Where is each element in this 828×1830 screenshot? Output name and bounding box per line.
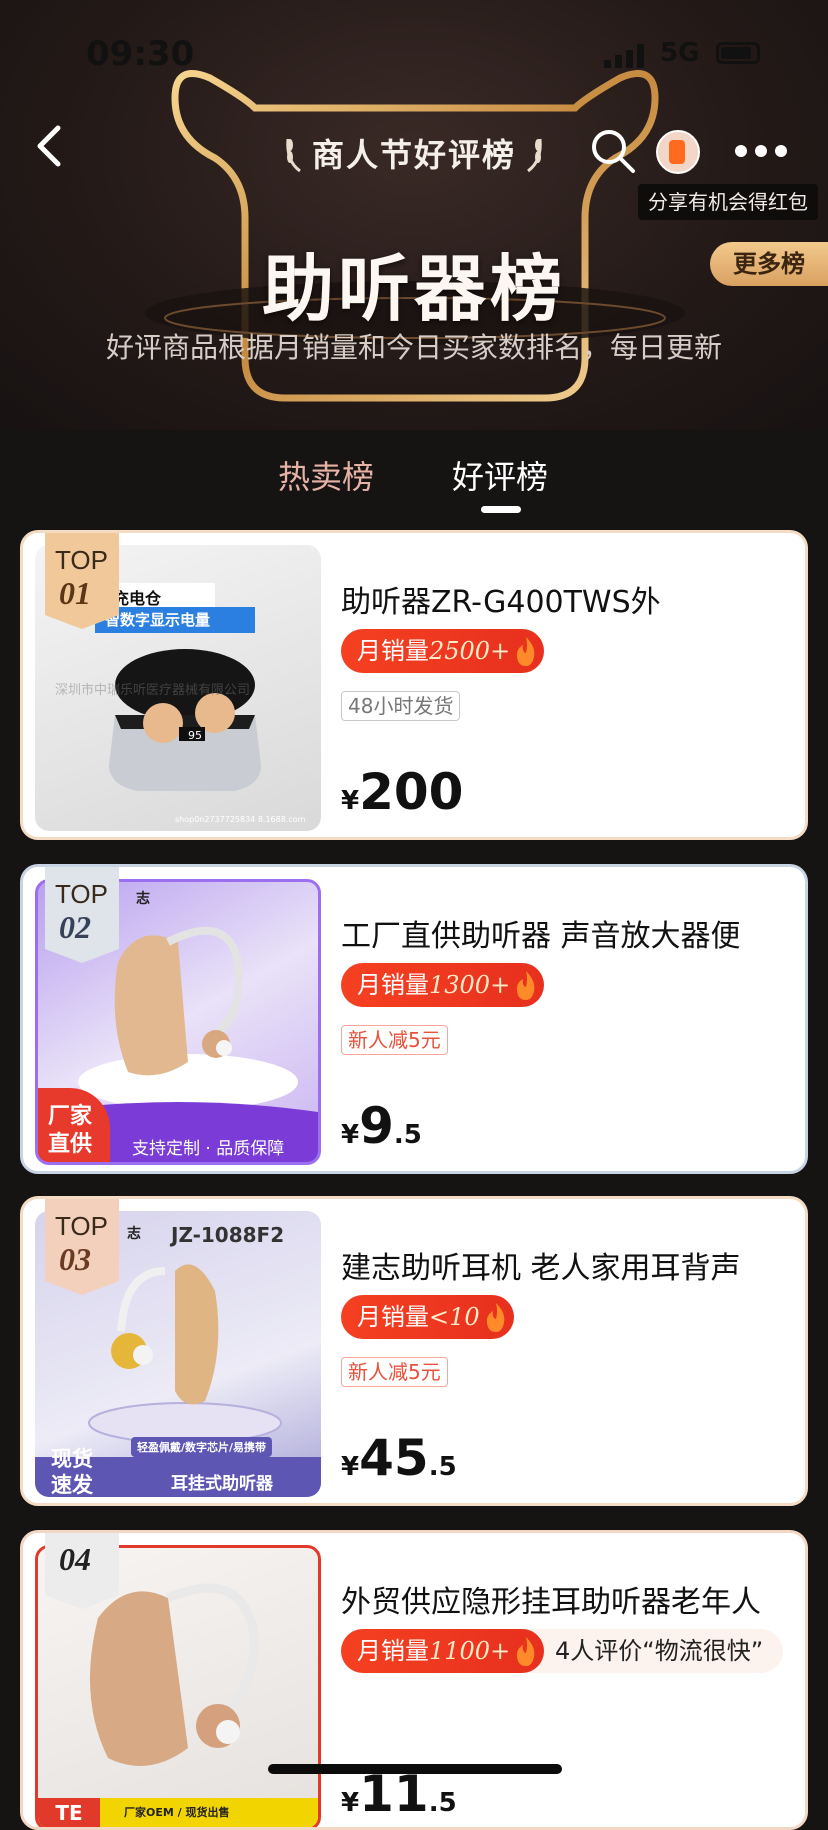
- product-name[interactable]: 建志助听耳机 老人家用耳背声: [341, 1243, 741, 1287]
- thumb-footer: shop0n2737725834 8.1688.com: [175, 815, 306, 824]
- price-decimal: .5: [393, 1120, 422, 1150]
- rank-header: 09:30 5G 商人节好评榜 分享有机会得红包 更多榜 助听器榜 好评商品根据…: [0, 0, 828, 430]
- red-packet-avatar[interactable]: [656, 130, 700, 174]
- share-tip: 分享有机会得红包: [638, 184, 818, 220]
- category-title: 助听器榜: [261, 247, 566, 331]
- rank-badge: TOP 01: [45, 533, 119, 629]
- thumb-sub: 智数字显示电量: [105, 611, 211, 629]
- price-integer: 45: [359, 1429, 429, 1487]
- monthly-sales-badge: 月销量1300+: [341, 963, 545, 1007]
- thumb-model: JZ-1088F2: [171, 1223, 285, 1247]
- rank-number: 01: [59, 575, 91, 611]
- product-price: ¥45.5: [341, 1429, 457, 1487]
- rank-badge: TOP 03: [45, 1199, 119, 1295]
- sales-value: 1100+: [429, 1637, 511, 1665]
- sales-value: 1300+: [429, 971, 511, 999]
- page-title-group: 商人节好评榜: [276, 128, 552, 178]
- product-price: ¥9.5: [341, 1097, 422, 1155]
- rank-number: 02: [59, 909, 91, 945]
- network-type: 5G: [660, 38, 700, 68]
- rank-number: 03: [59, 1241, 91, 1277]
- thumb-badge: TE: [38, 1798, 100, 1827]
- sales-value: <10: [429, 1303, 480, 1331]
- monthly-sales-badge: 月销量<10: [341, 1295, 514, 1339]
- rank-top-label: TOP: [55, 545, 108, 575]
- review-snippet: 4人评价“物流很快”: [517, 1629, 784, 1673]
- rank-top-label: TOP: [55, 1211, 108, 1241]
- sales-label: 月销量: [357, 1303, 429, 1331]
- thumb-corner: 志: [127, 1226, 141, 1242]
- shipping-tag: 48小时发货: [341, 691, 461, 721]
- price-currency: ¥: [341, 1452, 360, 1482]
- battery-icon: [716, 42, 760, 64]
- thumb-badge: 充电仓: [113, 589, 162, 608]
- thumb-strip: 厂家OEM / 现货出售: [124, 1806, 230, 1819]
- tab-good-reviews[interactable]: 好评榜: [452, 452, 548, 498]
- back-icon[interactable]: [30, 122, 70, 170]
- thumb-display: 95: [188, 729, 202, 742]
- flame-icon: [486, 1303, 504, 1332]
- product-card[interactable]: 充电仓 智数字显示电量 深圳市中瑞乐听医疗器械有限公司 95 shop0n273…: [20, 530, 808, 840]
- sales-label: 月销量: [357, 971, 429, 999]
- status-bar: 09:30 5G: [0, 34, 828, 74]
- rank-badge: 04: [45, 1533, 119, 1629]
- signal-icon: [604, 44, 644, 68]
- product-name[interactable]: 外贸供应隐形挂耳助听器老年人: [341, 1577, 761, 1621]
- flame-icon: [517, 1637, 535, 1666]
- status-time: 09:30: [86, 34, 195, 74]
- thumb-strip: 轻盈佩戴/数字芯片/易携带: [131, 1437, 273, 1457]
- thumb-footer: 耳挂式助听器: [171, 1474, 273, 1494]
- price-currency: ¥: [341, 786, 360, 816]
- thumb-footer: 支持定制 · 品质保障: [132, 1139, 285, 1159]
- price-integer: 200: [359, 763, 464, 821]
- factory-badge-line2: 直供: [48, 1132, 93, 1157]
- rank-badge: TOP 02: [45, 867, 119, 963]
- price-currency: ¥: [341, 1120, 360, 1150]
- promo-tag: 新人减5元: [341, 1025, 448, 1055]
- product-card[interactable]: 志 厂家 直供 支持定制 · 品质保障 TOP 02 工厂直供助听器 声音放大器…: [20, 864, 808, 1174]
- laurel-right-icon: [527, 138, 542, 173]
- search-icon[interactable]: [590, 128, 636, 174]
- product-card[interactable]: 志 JZ-1088F2 轻盈佩戴/数字芯片/易携带 现货 速发 耳挂式助听器 T…: [20, 1196, 808, 1506]
- sales-value: 2500+: [429, 637, 511, 665]
- ranking-description: 好评商品根据月销量和今日买家数排名，每日更新: [105, 331, 722, 364]
- tab-hot-sales[interactable]: 热卖榜: [278, 452, 374, 498]
- laurel-left-icon: [286, 138, 301, 173]
- home-indicator[interactable]: [268, 1764, 562, 1774]
- rank-top-label: TOP: [55, 879, 108, 909]
- stock-badge-line2: 速发: [51, 1473, 93, 1497]
- monthly-sales-badge: 月销量2500+: [341, 629, 545, 673]
- thumb-corner: 志: [136, 891, 150, 907]
- price-currency: ¥: [341, 1788, 360, 1818]
- more-icon[interactable]: [734, 144, 788, 158]
- flame-icon: [517, 971, 535, 1000]
- price-integer: 9: [359, 1097, 394, 1155]
- price-decimal: .5: [428, 1788, 457, 1818]
- price-decimal: .5: [428, 1452, 457, 1482]
- monthly-sales-badge: 月销量1100+: [341, 1629, 545, 1673]
- thumb-watermark: 深圳市中瑞乐听医疗器械有限公司: [55, 683, 251, 698]
- page-title: 商人节好评榜: [311, 136, 516, 174]
- product-card[interactable]: TE 厂家OEM / 现货出售 04 外贸供应隐形挂耳助听器老年人 4人评价“物…: [20, 1530, 808, 1830]
- flame-icon: [517, 637, 535, 666]
- sales-label: 月销量: [357, 1637, 429, 1665]
- product-name[interactable]: 助听器ZR-G400TWS外: [341, 577, 661, 621]
- product-name[interactable]: 工厂直供助听器 声音放大器便: [341, 911, 741, 955]
- product-price: ¥200: [341, 763, 463, 821]
- ranking-tabs: 热卖榜 好评榜: [0, 430, 828, 530]
- rank-number: 04: [59, 1541, 91, 1577]
- sales-label: 月销量: [357, 637, 429, 665]
- promo-tag: 新人减5元: [341, 1357, 448, 1387]
- active-tab-indicator: [481, 506, 521, 513]
